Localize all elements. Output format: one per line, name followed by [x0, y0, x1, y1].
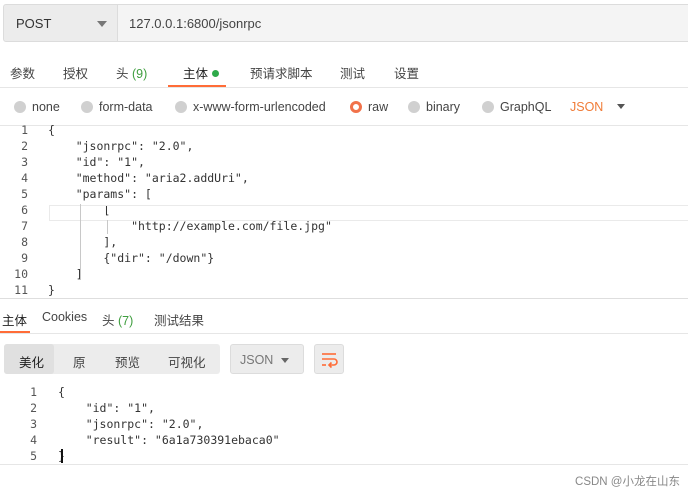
radio-none-label: none: [32, 100, 60, 114]
tab-prerequest-script[interactable]: 预请求脚本: [250, 63, 313, 82]
response-body-viewer[interactable]: 1 { 2 "id": "1", 3 "jsonrpc": "2.0", 4 "r…: [0, 383, 688, 463]
line-number: 6: [21, 203, 28, 217]
radio-circle-icon: [14, 101, 26, 113]
active-tab-indicator: [0, 331, 30, 333]
line-number: 8: [21, 235, 28, 249]
watermark: CSDN @小龙在山东: [575, 476, 680, 488]
line-number: 5: [30, 449, 37, 463]
line-number: 2: [21, 139, 28, 153]
pane-divider[interactable]: [0, 298, 688, 299]
active-dot-icon: [212, 70, 220, 77]
line-number: 5: [21, 187, 28, 201]
line-number: 1: [30, 385, 37, 399]
tab-body-label: 主体: [183, 67, 209, 81]
radio-none[interactable]: none: [14, 100, 60, 114]
line-number: 1: [21, 123, 28, 137]
tab-auth[interactable]: 授权: [63, 63, 88, 82]
line-number: 3: [30, 417, 37, 431]
text-cursor: [61, 449, 63, 463]
radio-raw[interactable]: raw: [350, 100, 388, 114]
request-tabs: 参数 授权 头 (9) 主体 预请求脚本 测试 设置: [0, 54, 688, 88]
request-url-bar: POST 127.0.0.1:6800/jsonrpc: [0, 0, 688, 48]
radio-urlencoded-label: x-www-form-urlencoded: [193, 100, 326, 114]
radio-circle-icon: [81, 101, 93, 113]
res-headers-count: (7): [118, 314, 134, 328]
headers-count: (9): [132, 67, 148, 81]
raw-button[interactable]: 原: [73, 352, 86, 371]
radio-urlencoded[interactable]: x-www-form-urlencoded: [175, 100, 326, 114]
res-tab-cookies[interactable]: Cookies: [42, 310, 87, 324]
line-number: 2: [30, 401, 37, 415]
method-select[interactable]: POST: [3, 4, 118, 42]
code-text: "jsonrpc": "2.0",: [48, 139, 194, 153]
indent-guide: [80, 204, 81, 280]
indent-guide: [107, 220, 108, 234]
line-number: 7: [21, 219, 28, 233]
method-label: POST: [16, 16, 52, 31]
radio-circle-icon: [482, 101, 494, 113]
wrap-lines-button[interactable]: [314, 344, 344, 374]
raw-format-label: JSON: [570, 100, 604, 114]
line-number: 11: [14, 283, 28, 297]
radio-binary[interactable]: binary: [408, 100, 460, 114]
preview-button[interactable]: 预览: [115, 352, 140, 371]
tab-body[interactable]: 主体: [183, 63, 220, 82]
radio-form-data-label: form-data: [99, 100, 153, 114]
res-tab-headers-label: 头: [102, 314, 115, 328]
code-text: "method": "aria2.addUri",: [48, 171, 249, 185]
radio-form-data[interactable]: form-data: [81, 100, 153, 114]
wrap-lines-icon: [322, 353, 338, 369]
chevron-down-icon: [281, 358, 289, 363]
line-number: 9: [21, 251, 28, 265]
code-text: "params": [: [48, 187, 152, 201]
res-tab-body[interactable]: 主体: [2, 310, 27, 329]
code-text: }: [48, 283, 55, 297]
radio-raw-label: raw: [368, 100, 389, 114]
url-text: 127.0.0.1:6800/jsonrpc: [129, 16, 262, 31]
radio-selected-icon: [350, 101, 362, 113]
tab-settings[interactable]: 设置: [394, 63, 419, 82]
radio-circle-icon: [408, 101, 420, 113]
chevron-down-icon: [617, 104, 626, 109]
code-text: ]: [48, 267, 83, 281]
raw-format-select[interactable]: JSON: [570, 100, 626, 114]
code-text: {: [48, 123, 55, 137]
visualize-button[interactable]: 可视化: [168, 352, 206, 371]
code-text: "id": "1",: [48, 155, 145, 169]
pretty-button[interactable]: 美化: [19, 352, 44, 371]
body-type-selector: none form-data x-www-form-urlencoded raw…: [0, 90, 688, 126]
line-number: 3: [21, 155, 28, 169]
tab-tests[interactable]: 测试: [340, 63, 365, 82]
code-text: "result": "6a1a730391ebaca0": [58, 433, 280, 447]
response-toolbar: 美化 原 预览 可视化 JSON: [0, 344, 688, 376]
url-input[interactable]: 127.0.0.1:6800/jsonrpc: [118, 4, 688, 42]
code-text: "id": "1",: [58, 401, 155, 415]
tab-headers-label: 头: [116, 67, 129, 81]
radio-circle-icon: [175, 101, 187, 113]
res-tab-headers[interactable]: 头 (7): [102, 310, 133, 329]
radio-binary-label: binary: [426, 100, 461, 114]
line-number: 4: [21, 171, 28, 185]
code-text: {: [58, 385, 65, 399]
code-text: ],: [48, 235, 118, 249]
divider: [0, 464, 688, 465]
radio-graphql-label: GraphQL: [500, 100, 552, 114]
tab-headers[interactable]: 头 (9): [116, 63, 147, 82]
response-format-label: JSON: [240, 353, 274, 367]
view-mode-group: 美化 原 预览 可视化: [4, 344, 220, 374]
code-text: "jsonrpc": "2.0",: [58, 417, 204, 431]
radio-graphql[interactable]: GraphQL: [482, 100, 551, 114]
current-line-highlight: [49, 205, 688, 221]
response-format-select[interactable]: JSON: [230, 344, 304, 374]
code-text: {"dir": "/down"}: [48, 251, 215, 265]
chevron-down-icon: [97, 21, 107, 27]
line-number: 4: [30, 433, 37, 447]
line-number: 10: [14, 267, 28, 281]
response-tabs: 主体 Cookies 头 (7) 测试结果: [0, 300, 688, 334]
active-tab-indicator: [168, 85, 226, 87]
code-text: "http://example.com/file.jpg": [48, 219, 332, 233]
res-tab-test-results[interactable]: 测试结果: [154, 310, 204, 329]
tab-params[interactable]: 参数: [10, 63, 35, 82]
